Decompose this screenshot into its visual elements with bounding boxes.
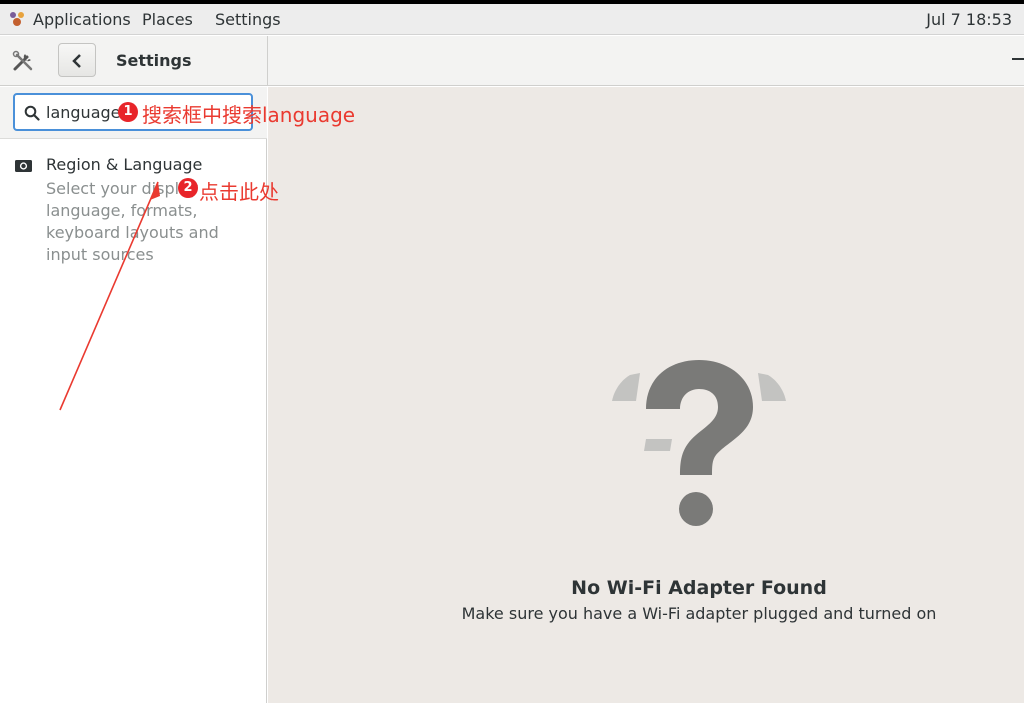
- tools-icon: [12, 50, 33, 71]
- sidebar: Region & Language Select your display la…: [0, 87, 267, 703]
- search-input[interactable]: [46, 101, 226, 123]
- region-icon: [15, 160, 32, 172]
- result-description: Select your display language, formats, k…: [46, 179, 219, 264]
- header-bar: Settings: [0, 36, 1024, 86]
- page-title: Settings: [116, 51, 192, 70]
- empty-state-title: No Wi-Fi Adapter Found: [571, 577, 827, 599]
- empty-state-subtitle: Make sure you have a Wi-Fi adapter plugg…: [461, 604, 937, 623]
- result-title: Region & Language: [46, 155, 203, 174]
- minimize-button[interactable]: [1012, 58, 1024, 60]
- settings-menu[interactable]: Settings: [215, 10, 281, 29]
- question-mark-icon: [612, 360, 786, 526]
- main-content: No Wi-Fi Adapter Found Make sure you hav…: [268, 87, 1024, 703]
- places-menu[interactable]: Places: [142, 10, 193, 29]
- header-divider: [267, 36, 268, 86]
- back-button[interactable]: [58, 43, 96, 77]
- clock[interactable]: Jul 7 18:53: [926, 10, 1012, 29]
- applications-menu[interactable]: Applications: [33, 10, 131, 29]
- gnome-foot-icon[interactable]: [8, 10, 26, 28]
- search-result-region-language[interactable]: Region & Language Select your display la…: [0, 151, 266, 264]
- search-box[interactable]: [13, 93, 253, 131]
- chevron-left-icon: [72, 54, 81, 68]
- search-area: [0, 87, 267, 139]
- top-panel: Applications Places Settings Jul 7 18:53: [0, 4, 1024, 35]
- search-icon: [24, 105, 40, 121]
